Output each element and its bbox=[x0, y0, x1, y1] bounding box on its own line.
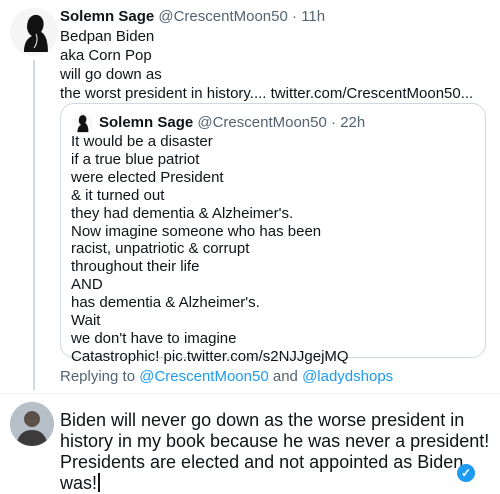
tweet-body: Bedpan Biden aka Corn Pop will go down a… bbox=[60, 28, 474, 102]
quoted-tweet-body: It would be a disaster if a true blue pa… bbox=[71, 133, 349, 365]
reply-composer-input[interactable]: Biden will never go down as the worse pr… bbox=[60, 410, 490, 494]
text-cursor bbox=[98, 473, 100, 492]
grammar-check-icon[interactable]: ✓ bbox=[457, 464, 475, 482]
quoted-tweet-header: Solemn Sage @CrescentMoon50 · 22h bbox=[99, 114, 365, 131]
tweet-time[interactable]: 11h bbox=[301, 8, 325, 25]
dot-separator: · bbox=[292, 8, 298, 25]
user-avatar[interactable] bbox=[10, 402, 54, 446]
dot-separator: · bbox=[331, 114, 337, 131]
thread-line bbox=[33, 60, 35, 390]
replying-to: Replying to @CrescentMoon50 and @ladydsh… bbox=[60, 368, 393, 385]
quoted-tweet[interactable]: Solemn Sage @CrescentMoon50 · 22h It wou… bbox=[60, 103, 486, 365]
author-name[interactable]: Solemn Sage bbox=[60, 8, 154, 25]
tweet-header: Solemn Sage @CrescentMoon50 · 11h bbox=[60, 8, 325, 25]
replying-prefix: Replying to bbox=[60, 368, 136, 385]
reply-text: Biden will never go down as the worse pr… bbox=[60, 410, 490, 493]
replying-conjunction: and bbox=[272, 368, 298, 385]
divider bbox=[0, 393, 500, 394]
reply-mention-link[interactable]: @CrescentMoon50 bbox=[139, 368, 268, 385]
quoted-author-avatar bbox=[71, 112, 93, 134]
quoted-author-name: Solemn Sage bbox=[99, 114, 194, 131]
quoted-author-handle: @CrescentMoon50 bbox=[197, 114, 327, 131]
author-avatar[interactable] bbox=[10, 8, 58, 56]
reply-mention-link[interactable]: @ladydshops bbox=[302, 368, 393, 385]
quoted-tweet-time: 22h bbox=[340, 114, 366, 131]
author-handle[interactable]: @CrescentMoon50 bbox=[158, 8, 287, 25]
